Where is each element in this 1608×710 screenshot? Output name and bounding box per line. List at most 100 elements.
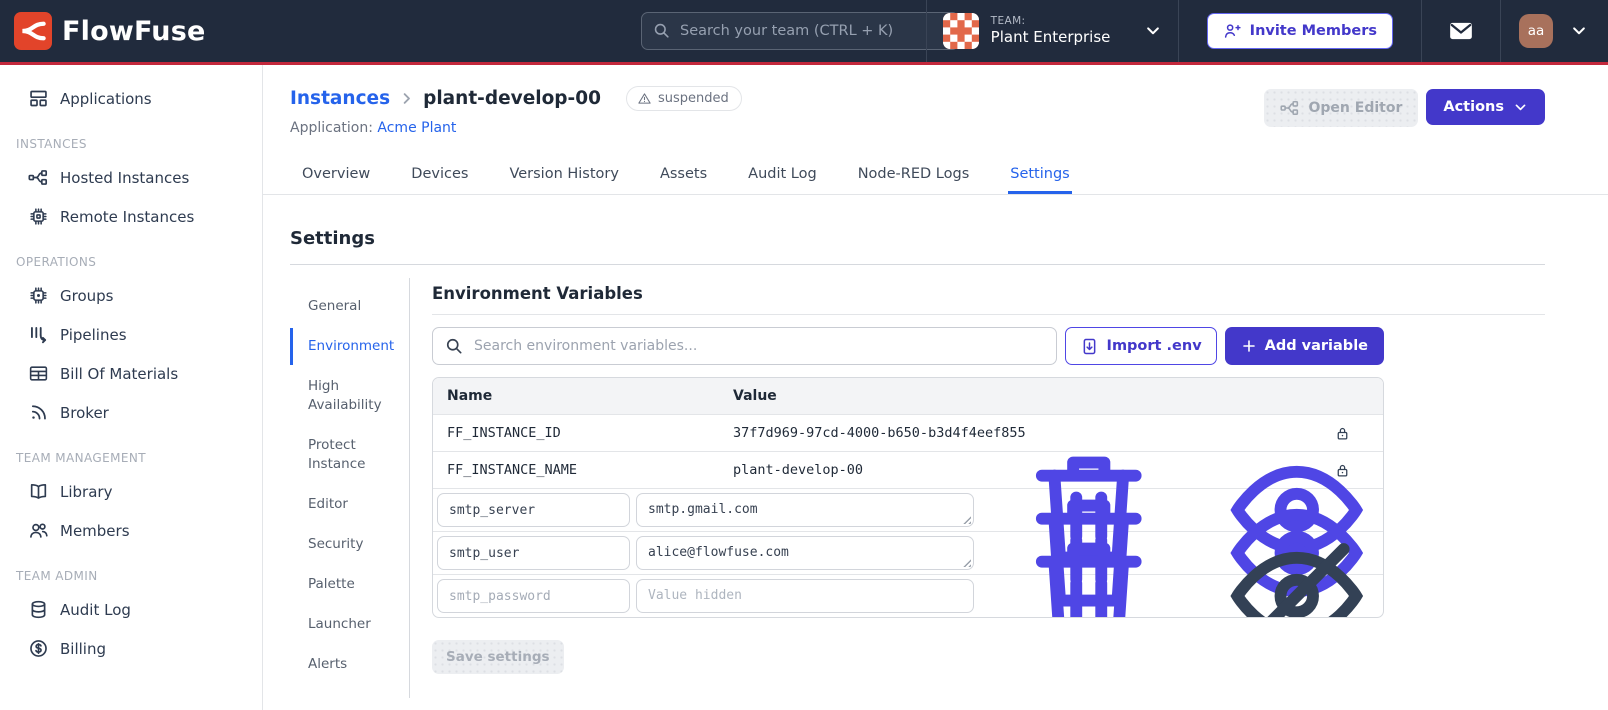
- env-var-name-input[interactable]: [437, 493, 630, 527]
- application-line: Application: Acme Plant: [290, 120, 742, 136]
- actions-button[interactable]: Actions: [1426, 89, 1545, 125]
- sidebar-item-groups[interactable]: Groups: [0, 276, 262, 315]
- env-var-value-input[interactable]: [636, 579, 974, 613]
- main-content: Instances plant-develop-00 suspended App…: [263, 65, 1608, 710]
- env-var-name-input[interactable]: [437, 536, 630, 570]
- sidebar-item-label: Groups: [60, 286, 114, 305]
- application-label: Application:: [290, 120, 373, 136]
- import-env-label: Import .env: [1106, 338, 1202, 354]
- env-var-value-input[interactable]: alice@flowfuse.com: [636, 536, 974, 570]
- search-icon: [444, 336, 464, 356]
- instance-tabs: Overview Devices Version History Assets …: [263, 156, 1608, 195]
- chevron-down-icon: [1513, 100, 1528, 115]
- save-settings-button[interactable]: Save settings: [432, 640, 564, 674]
- tab-version-history[interactable]: Version History: [507, 156, 621, 194]
- editor-fork-icon: [1280, 98, 1300, 118]
- settings-nav-protect-instance[interactable]: Protect Instance: [290, 427, 398, 483]
- groups-icon: [28, 285, 49, 306]
- chevron-down-icon: [1144, 22, 1162, 40]
- team-search-input[interactable]: [641, 12, 959, 50]
- table-header: Name Value: [433, 378, 1383, 414]
- invite-members-label: Invite Members: [1249, 23, 1377, 39]
- settings-nav-security[interactable]: Security: [290, 526, 398, 563]
- settings-nav-environment[interactable]: Environment: [290, 328, 398, 365]
- actions-label: Actions: [1443, 99, 1504, 115]
- team-selector[interactable]: TEAM: Plant Enterprise: [925, 0, 1178, 62]
- import-env-button[interactable]: Import .env: [1064, 327, 1217, 365]
- sidebar-section-operations: OPERATIONS: [16, 255, 97, 269]
- sidebar-item-label: Bill Of Materials: [60, 364, 179, 383]
- warning-icon: [637, 91, 652, 106]
- user-avatar: aa: [1519, 14, 1553, 48]
- tab-assets[interactable]: Assets: [658, 156, 709, 194]
- breadcrumb-instances-link[interactable]: Instances: [290, 88, 390, 109]
- team-avatar: [943, 13, 979, 49]
- env-search-input[interactable]: [432, 327, 1057, 365]
- env-variables-table: Name Value FF_INSTANCE_ID 37f7d969-97cd-…: [432, 377, 1384, 618]
- sidebar-item-broker[interactable]: Broker: [0, 393, 262, 432]
- hosted-instances-icon: [28, 167, 49, 188]
- library-icon: [28, 481, 49, 502]
- top-navbar: FlowFuse TEAM: Plant Enterprise Invite M…: [0, 0, 1608, 65]
- settings-nav-launcher[interactable]: Launcher: [290, 606, 398, 643]
- chevron-down-icon: [1570, 22, 1588, 40]
- column-header-name: Name: [447, 388, 493, 404]
- invite-members-button[interactable]: Invite Members: [1206, 13, 1393, 49]
- brand-name: FlowFuse: [62, 15, 206, 47]
- status-badge-label: suspended: [657, 91, 729, 106]
- user-plus-icon: [1223, 22, 1241, 40]
- settings-nav-palette[interactable]: Palette: [290, 566, 398, 603]
- settings-title: Settings: [290, 228, 375, 249]
- billing-icon: [28, 638, 49, 659]
- mail-icon: [1448, 18, 1474, 44]
- brand[interactable]: FlowFuse: [14, 12, 206, 50]
- env-var-value-input[interactable]: smtp.gmail.com: [636, 493, 974, 527]
- eye-off-icon: [1199, 521, 1384, 618]
- sidebar-item-label: Applications: [60, 89, 152, 108]
- flowfuse-logo-icon: [14, 12, 52, 50]
- tab-node-red-logs[interactable]: Node-RED Logs: [856, 156, 972, 194]
- user-menu[interactable]: aa: [1500, 0, 1608, 62]
- sidebar-item-applications[interactable]: Applications: [0, 79, 262, 118]
- delete-variable-button[interactable]: [980, 521, 1170, 618]
- settings-nav-alerts[interactable]: Alerts: [290, 646, 398, 683]
- tab-settings[interactable]: Settings: [1008, 156, 1071, 194]
- open-editor-button[interactable]: Open Editor: [1263, 89, 1419, 127]
- tab-audit-log[interactable]: Audit Log: [746, 156, 819, 194]
- notifications-button[interactable]: [1421, 0, 1500, 62]
- settings-nav-general[interactable]: General: [290, 288, 398, 325]
- sidebar-item-label: Audit Log: [60, 600, 131, 619]
- sidebar-item-audit-log[interactable]: Audit Log: [0, 590, 262, 629]
- sidebar-item-pipelines[interactable]: Pipelines: [0, 315, 262, 354]
- sidebar-item-label: Pipelines: [60, 325, 127, 344]
- sidebar-item-remote-instances[interactable]: Remote Instances: [0, 197, 262, 236]
- sidebar-item-hosted-instances[interactable]: Hosted Instances: [0, 158, 262, 197]
- settings-nav-editor[interactable]: Editor: [290, 486, 398, 523]
- trash-icon: [994, 521, 1184, 618]
- application-link[interactable]: Acme Plant: [377, 120, 456, 136]
- sidebar-item-label: Billing: [60, 639, 106, 658]
- sidebar-item-bill-of-materials[interactable]: Bill Of Materials: [0, 354, 262, 393]
- env-variables-heading: Environment Variables: [432, 284, 1545, 315]
- add-variable-label: Add variable: [1264, 338, 1368, 354]
- open-editor-label: Open Editor: [1308, 100, 1403, 116]
- bill-of-materials-icon: [28, 363, 49, 384]
- env-var-name-input[interactable]: [437, 579, 630, 613]
- tab-overview[interactable]: Overview: [300, 156, 372, 194]
- status-badge: suspended: [625, 86, 742, 111]
- column-header-value: Value: [733, 388, 777, 404]
- pipelines-icon: [28, 324, 49, 345]
- sidebar-item-library[interactable]: Library: [0, 472, 262, 511]
- tab-devices[interactable]: Devices: [409, 156, 470, 194]
- add-variable-button[interactable]: Add variable: [1224, 327, 1384, 365]
- document-import-icon: [1080, 337, 1099, 356]
- audit-log-icon: [28, 599, 49, 620]
- members-icon: [28, 520, 49, 541]
- settings-nav-high-availability[interactable]: High Availability: [290, 368, 398, 424]
- sidebar-item-label: Remote Instances: [60, 207, 195, 226]
- sidebar-item-members[interactable]: Members: [0, 511, 262, 550]
- team-search: [641, 12, 959, 50]
- sidebar-item-billing[interactable]: Billing: [0, 629, 262, 668]
- table-row: [433, 574, 1383, 617]
- toggle-visibility-button[interactable]: [1175, 521, 1371, 618]
